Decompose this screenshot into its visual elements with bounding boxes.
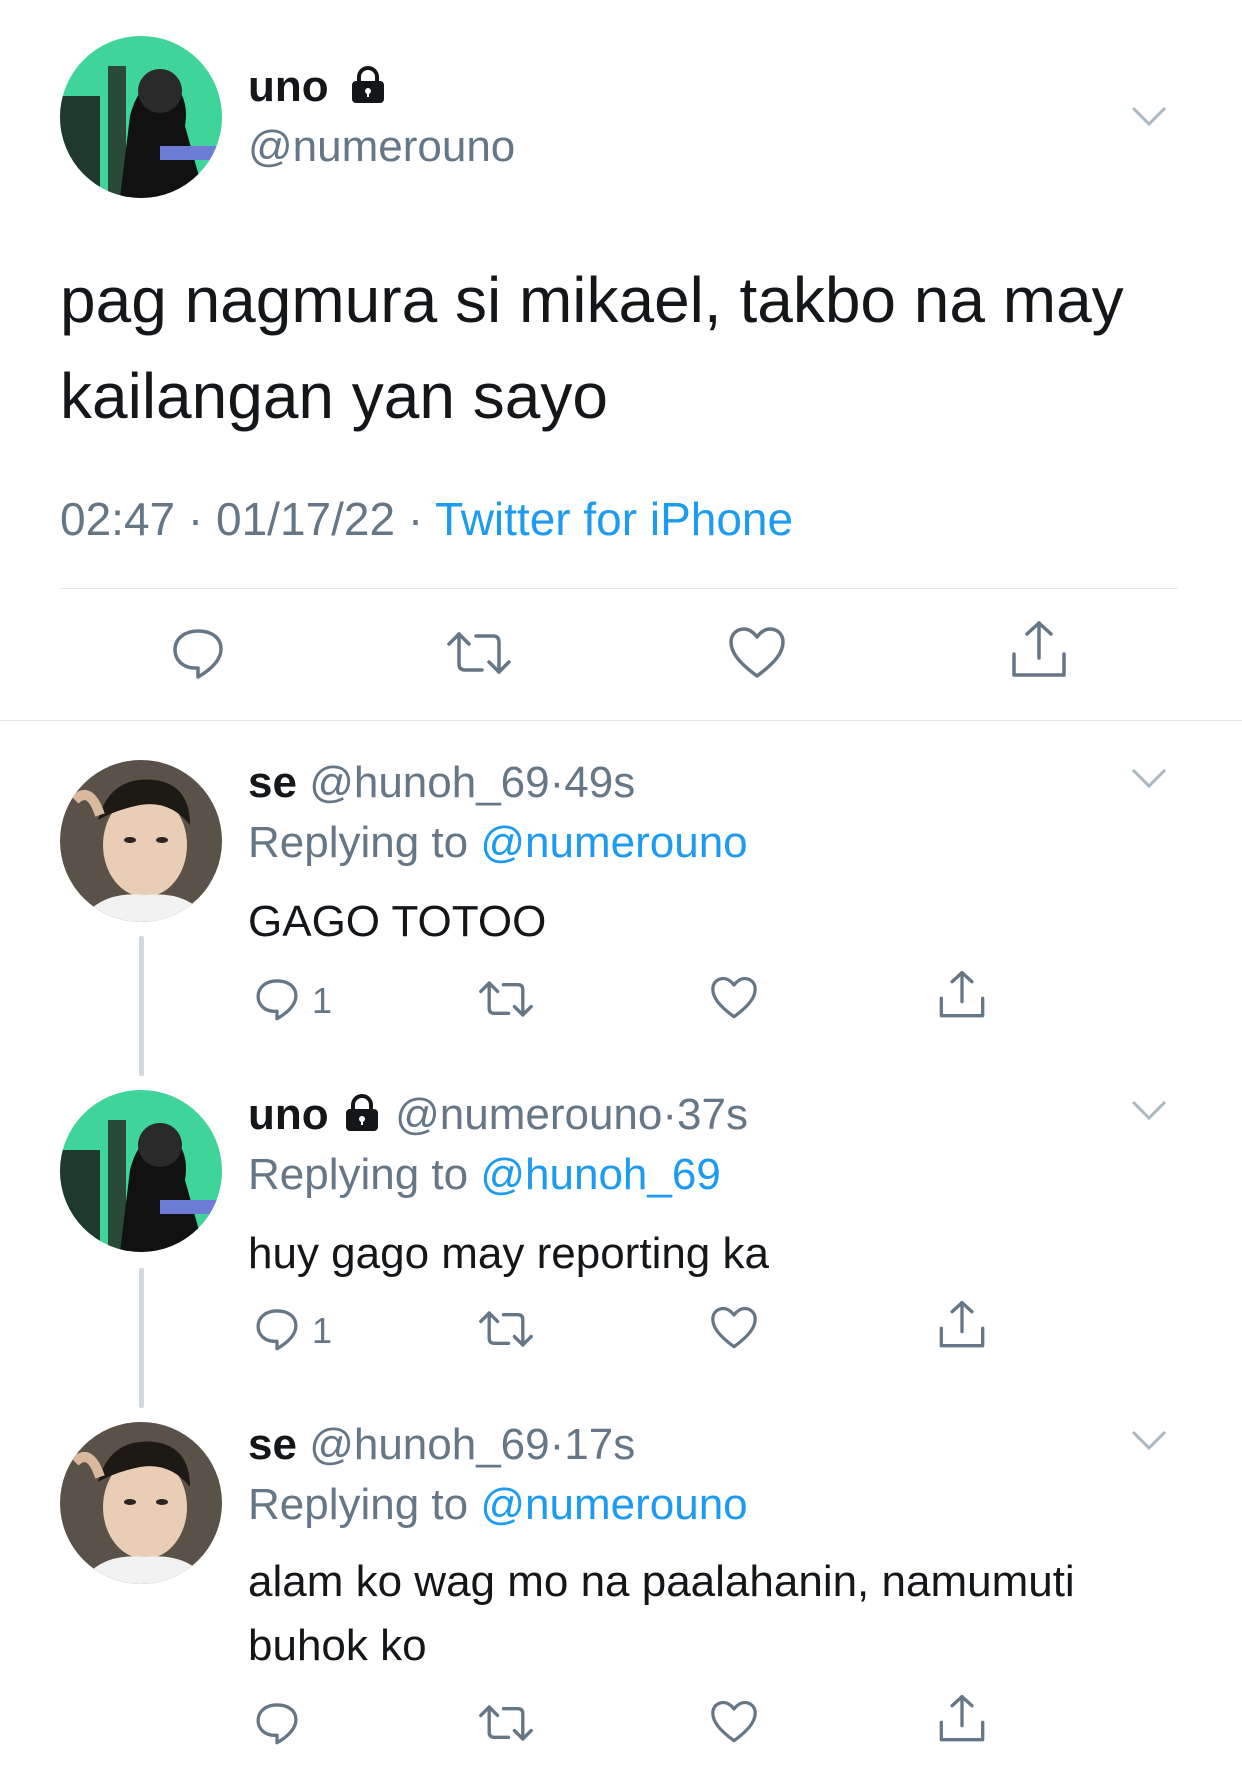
thread-line [139,936,144,1076]
meta-sep: · [407,493,424,545]
author-handle[interactable]: @numerouno [395,1090,662,1139]
reply-header: uno @numerouno·37s [248,1090,748,1140]
chevron-down-icon[interactable] [1130,766,1168,790]
share-icon[interactable] [938,1694,986,1744]
author-display-name[interactable]: uno [248,1090,329,1139]
reply-header: se @hunoh_69·17s [248,1420,635,1470]
divider [0,720,1242,721]
lock-icon [351,66,384,104]
avatar[interactable] [60,1090,222,1252]
author-handle[interactable]: @hunoh_69 [309,758,549,807]
replying-to: Replying to @numerouno [248,1480,748,1530]
replying-label: Replying to [248,1150,469,1199]
chevron-down-icon[interactable] [1130,1098,1168,1122]
avatar[interactable] [60,760,222,922]
meta-sep: · [549,758,565,807]
reply-icon[interactable] [170,625,226,681]
meta-sep: · [187,493,204,545]
tweet-text: GAGO TOTOO [248,897,547,946]
divider [60,588,1178,589]
reply-header: se @hunoh_69·49s [248,758,635,808]
author-display-name[interactable]: se [248,1420,297,1469]
reply-icon[interactable] [254,1700,300,1746]
tweet-age: 17s [564,1420,636,1469]
replying-label: Replying to [248,818,469,867]
meta-sep: · [549,1420,565,1469]
mention-link[interactable]: @hunoh_69 [480,1150,720,1199]
retweet-icon[interactable] [478,978,534,1020]
author-display-name[interactable]: uno [248,62,329,111]
share-icon[interactable] [938,1300,986,1350]
mention-link[interactable]: @numerouno [480,818,747,867]
avatar[interactable] [60,36,222,198]
retweet-icon[interactable] [478,1308,534,1350]
mention-link[interactable]: @numerouno [480,1480,747,1529]
tweet-text: alam ko wag mo na paalahanin, namumuti b… [248,1557,1075,1670]
replying-to: Replying to @numerouno [248,818,748,868]
reply-icon[interactable] [254,1306,300,1352]
replying-to: Replying to @hunoh_69 [248,1150,721,1200]
thread-line [139,1268,144,1408]
author-handle[interactable]: @numerouno [248,122,515,172]
tweet-date: 01/17/22 [216,493,396,545]
tweet-meta: 02:47 · 01/17/22 · Twitter for iPhone [60,492,793,546]
tweet-text: pag nagmura si mikael, takbo na may kail… [60,264,1124,432]
tweet-time: 02:47 [60,493,176,545]
meta-sep: · [662,1090,678,1139]
tweet-source-link[interactable]: Twitter for iPhone [435,493,793,545]
reply-icon[interactable] [254,976,300,1022]
lock-icon [345,1094,378,1132]
like-icon[interactable] [728,626,786,680]
author-handle[interactable]: @hunoh_69 [309,1420,549,1469]
author-name[interactable]: uno [248,62,389,112]
tweet-age: 37s [677,1090,748,1139]
avatar[interactable] [60,1422,222,1584]
chevron-down-icon[interactable] [1130,1428,1168,1452]
share-icon[interactable] [1010,620,1068,680]
tweet-age: 49s [564,758,636,807]
replying-label: Replying to [248,1480,469,1529]
like-icon[interactable] [710,1700,758,1744]
author-display-name[interactable]: se [248,758,297,807]
reply-count: 1 [312,1310,333,1351]
chevron-down-icon[interactable] [1130,104,1168,128]
retweet-icon[interactable] [478,1702,534,1744]
like-icon[interactable] [710,976,758,1020]
tweet-text: huy gago may reporting ka [248,1229,769,1278]
like-icon[interactable] [710,1306,758,1350]
share-icon[interactable] [938,970,986,1020]
reply-count: 1 [312,980,333,1021]
retweet-icon[interactable] [446,628,512,678]
